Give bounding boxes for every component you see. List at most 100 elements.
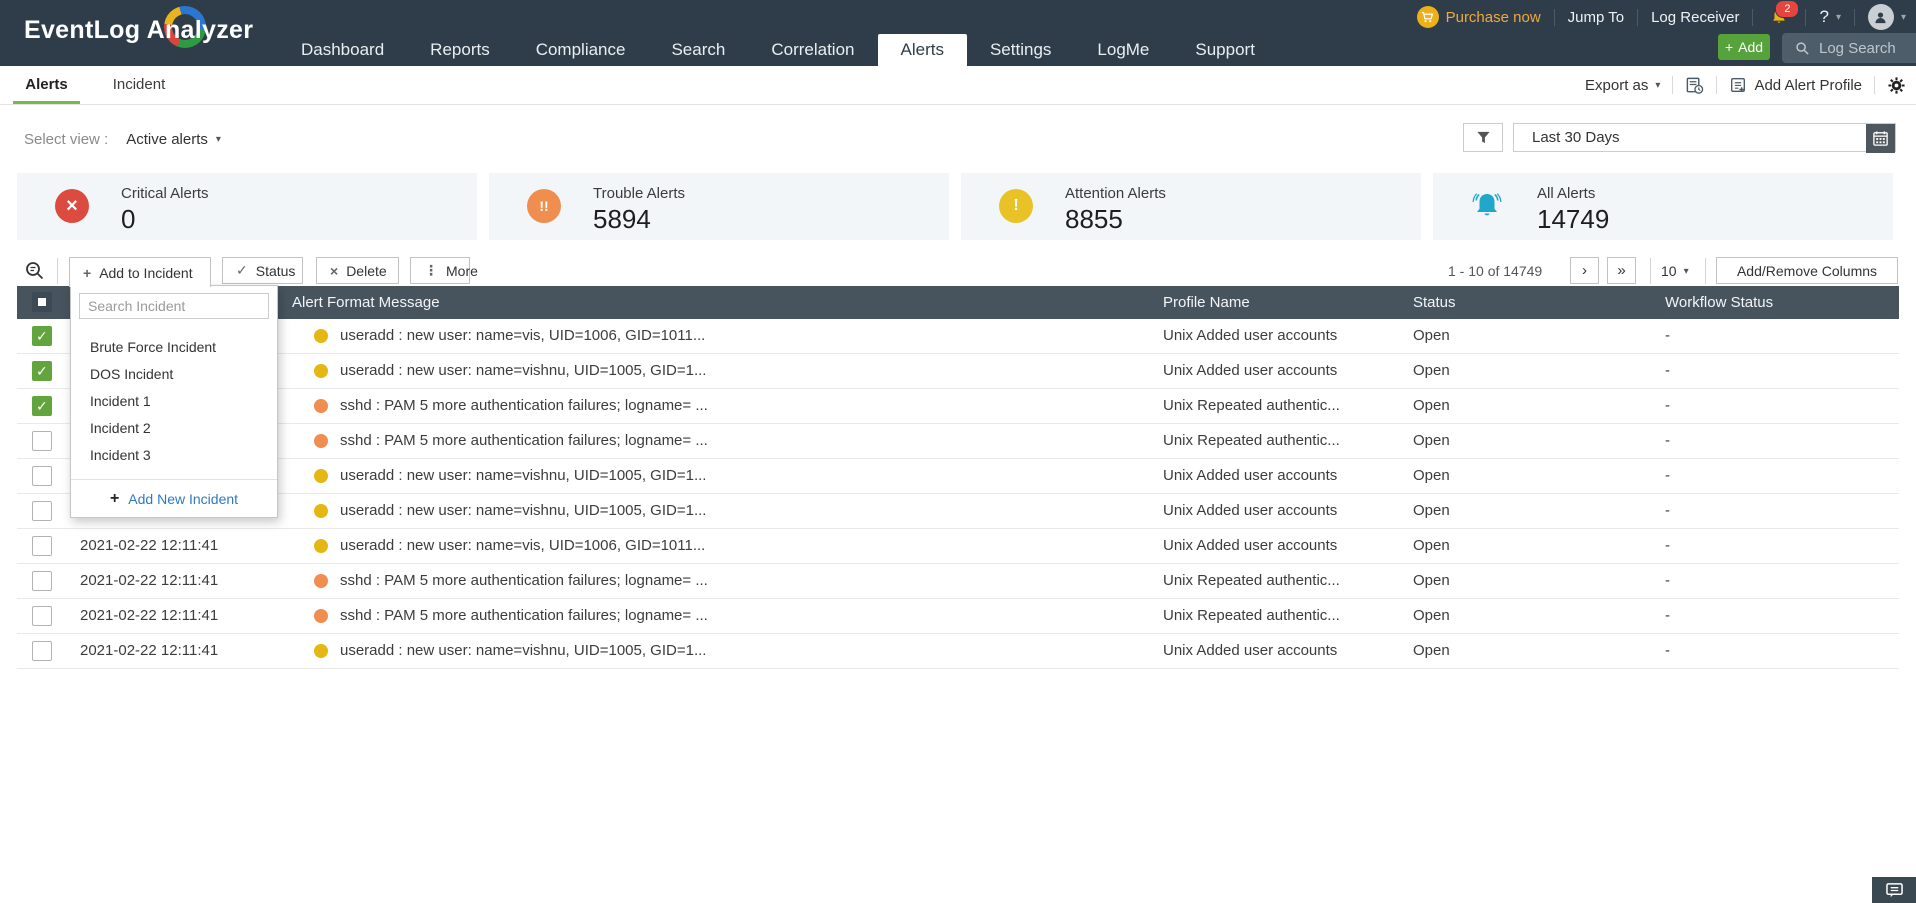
filter-button[interactable] — [1463, 123, 1503, 152]
settings-gear-button[interactable] — [1887, 76, 1906, 95]
add-button[interactable]: + Add — [1718, 34, 1770, 60]
export-as-menu[interactable]: Export as ▾ — [1585, 77, 1660, 94]
nav-compliance[interactable]: Compliance — [513, 34, 649, 66]
alert-status[interactable]: Open — [1413, 397, 1450, 414]
alert-message[interactable]: useradd : new user: name=vishnu, UID=100… — [340, 362, 706, 379]
table-row[interactable]: 2021-02-22 12:11:41 sshd : PAM 5 more au… — [17, 599, 1899, 634]
row-checkbox[interactable] — [32, 326, 52, 346]
incident-option[interactable]: Brute Force Incident — [71, 334, 277, 361]
tab-incident[interactable]: Incident — [104, 66, 174, 104]
table-row[interactable]: useradd : new user: name=vishnu, UID=100… — [17, 494, 1899, 529]
col-header-message[interactable]: Alert Format Message — [292, 294, 440, 311]
next-page-button[interactable]: › — [1570, 257, 1599, 284]
alert-status[interactable]: Open — [1413, 327, 1450, 344]
more-button[interactable]: ⋮ More — [410, 257, 478, 284]
alert-message[interactable]: useradd : new user: name=vishnu, UID=100… — [340, 642, 706, 659]
date-range-picker[interactable]: Last 30 Days — [1513, 123, 1896, 153]
alert-message[interactable]: useradd : new user: name=vis, UID=1006, … — [340, 327, 705, 344]
table-row[interactable]: sshd : PAM 5 more authentication failure… — [17, 424, 1899, 459]
feedback-chat-button[interactable] — [1872, 877, 1916, 903]
row-checkbox[interactable] — [32, 536, 52, 556]
profile-name: Unix Added user accounts — [1163, 362, 1338, 379]
incident-option[interactable]: DOS Incident — [71, 361, 277, 388]
row-checkbox[interactable] — [32, 396, 52, 416]
col-header-status[interactable]: Status — [1413, 294, 1456, 311]
alert-status[interactable]: Open — [1413, 432, 1450, 449]
page-size-select[interactable]: 10 ▾ — [1661, 263, 1689, 279]
alert-status[interactable]: Open — [1413, 502, 1450, 519]
notifications-button[interactable]: 2 — [1766, 0, 1800, 30]
nav-reports[interactable]: Reports — [407, 34, 513, 66]
alert-message[interactable]: useradd : new user: name=vishnu, UID=100… — [340, 502, 706, 519]
table-row[interactable]: useradd : new user: name=vis, UID=1006, … — [17, 319, 1899, 354]
alert-message[interactable]: useradd : new user: name=vis, UID=1006, … — [340, 537, 705, 554]
incident-search-input[interactable] — [79, 293, 269, 319]
delete-button[interactable]: × Delete — [316, 257, 399, 284]
table-row[interactable]: 2021-02-22 12:11:41 sshd : PAM 5 more au… — [17, 564, 1899, 599]
incident-option[interactable]: Incident 3 — [71, 442, 277, 469]
selected-view-value[interactable]: Active alerts — [126, 131, 208, 148]
row-checkbox[interactable] — [32, 466, 52, 486]
alert-status[interactable]: Open — [1413, 362, 1450, 379]
incident-option[interactable]: Incident 1 — [71, 388, 277, 415]
search-icon — [1795, 41, 1810, 56]
row-checkbox[interactable] — [32, 431, 52, 451]
row-checkbox[interactable] — [32, 571, 52, 591]
purchase-now-link[interactable]: Purchase now — [1416, 6, 1541, 28]
alert-message[interactable]: useradd : new user: name=vishnu, UID=100… — [340, 467, 706, 484]
alert-status[interactable]: Open — [1413, 467, 1450, 484]
select-all-checkbox[interactable] — [32, 292, 52, 312]
alert-status[interactable]: Open — [1413, 537, 1450, 554]
alert-message[interactable]: sshd : PAM 5 more authentication failure… — [340, 432, 708, 449]
incident-option[interactable]: Incident 2 — [71, 415, 277, 442]
row-checkbox[interactable] — [32, 501, 52, 521]
help-menu[interactable]: ? ▾ — [1819, 7, 1841, 27]
nav-correlation[interactable]: Correlation — [748, 34, 877, 66]
row-checkbox[interactable] — [32, 361, 52, 381]
nav-dashboard[interactable]: Dashboard — [278, 34, 407, 66]
table-row[interactable]: 2021-02-22 12:11:41 useradd : new user: … — [17, 634, 1899, 669]
tab-alerts[interactable]: Alerts — [13, 66, 80, 104]
eventlog-analyzer-app: EventLog Analyzer Dashboard Reports Comp… — [0, 0, 1916, 903]
card-all-alerts[interactable]: All Alerts 14749 — [1433, 173, 1893, 240]
log-receiver-link[interactable]: Log Receiver — [1651, 9, 1739, 26]
incident-list: Brute Force Incident DOS Incident Incide… — [71, 334, 277, 469]
table-row[interactable]: sshd : PAM 5 more authentication failure… — [17, 389, 1899, 424]
alert-status[interactable]: Open — [1413, 642, 1450, 659]
last-page-button[interactable]: » — [1607, 257, 1636, 284]
jump-to-link[interactable]: Jump To — [1568, 9, 1624, 26]
add-alert-profile-button[interactable]: Add Alert Profile — [1729, 76, 1862, 94]
workflow-status: - — [1665, 642, 1670, 659]
add-new-incident-button[interactable]: + Add New Incident — [71, 479, 277, 517]
severity-dot-icon — [314, 574, 328, 588]
account-menu[interactable]: ▾ — [1867, 4, 1906, 30]
table-row[interactable]: useradd : new user: name=vishnu, UID=100… — [17, 354, 1899, 389]
calendar-button[interactable] — [1866, 124, 1895, 153]
nav-search[interactable]: Search — [648, 34, 748, 66]
alert-message[interactable]: sshd : PAM 5 more authentication failure… — [340, 572, 708, 589]
nav-support[interactable]: Support — [1172, 34, 1278, 66]
col-header-workflow[interactable]: Workflow Status — [1665, 294, 1773, 311]
add-remove-columns-button[interactable]: Add/Remove Columns — [1716, 257, 1898, 284]
nav-logme[interactable]: LogMe — [1074, 34, 1172, 66]
alert-message[interactable]: sshd : PAM 5 more authentication failure… — [340, 607, 708, 624]
log-search-box[interactable]: Log Search — [1782, 33, 1916, 63]
row-checkbox[interactable] — [32, 641, 52, 661]
table-row[interactable]: 2021-02-22 12:11:41 useradd : new user: … — [17, 529, 1899, 564]
alert-status[interactable]: Open — [1413, 607, 1450, 624]
alert-message[interactable]: sshd : PAM 5 more authentication failure… — [340, 397, 708, 414]
schedule-report-button[interactable] — [1685, 76, 1704, 95]
table-row[interactable]: useradd : new user: name=vishnu, UID=100… — [17, 459, 1899, 494]
alert-status[interactable]: Open — [1413, 572, 1450, 589]
add-to-incident-button[interactable]: + Add to Incident — [69, 257, 211, 287]
card-critical-alerts[interactable]: × Critical Alerts 0 — [17, 173, 477, 240]
table-search-icon[interactable] — [24, 260, 46, 282]
card-attention-alerts[interactable]: ! Attention Alerts 8855 — [961, 173, 1421, 240]
col-header-profile[interactable]: Profile Name — [1163, 294, 1250, 311]
workflow-status: - — [1665, 607, 1670, 624]
row-checkbox[interactable] — [32, 606, 52, 626]
nav-settings[interactable]: Settings — [967, 34, 1074, 66]
nav-alerts[interactable]: Alerts — [877, 34, 967, 66]
card-trouble-alerts[interactable]: !! Trouble Alerts 5894 — [489, 173, 949, 240]
status-button[interactable]: ✓ Status — [222, 257, 303, 284]
